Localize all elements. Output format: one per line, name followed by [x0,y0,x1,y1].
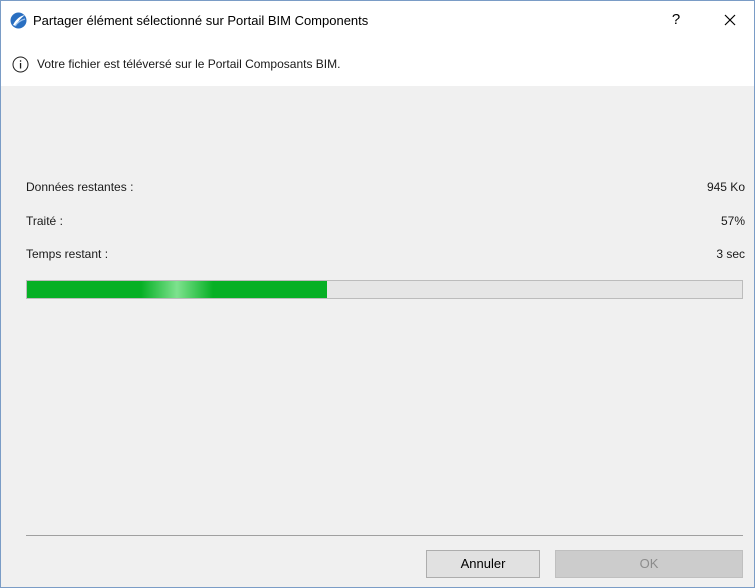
cancel-button[interactable]: Annuler [426,550,540,578]
info-banner: Votre fichier est téléversé sur le Porta… [1,40,754,86]
help-button[interactable]: ? [661,5,691,35]
window-title: Partager élément sélectionné sur Portail… [33,13,369,28]
remaining-data-label: Données restantes : [26,180,134,194]
archicad-logo-icon [10,12,27,29]
processed-label: Traité : [26,214,63,228]
time-remaining-value: 3 sec [716,247,745,261]
footer-divider [26,535,743,536]
close-icon [724,14,736,26]
upload-progress-bar [26,280,743,299]
title-bar[interactable]: Partager élément sélectionné sur Portail… [1,1,754,40]
close-button[interactable] [713,5,747,35]
remaining-data-value: 945 Ko [706,180,745,194]
share-dialog: Partager élément sélectionné sur Portail… [0,0,755,588]
info-icon [12,56,29,73]
processed-value: 57% [720,214,745,228]
upload-progress-fill [27,281,328,298]
info-message: Votre fichier est téléversé sur le Porta… [37,57,341,71]
ok-button[interactable]: OK [555,550,743,578]
time-remaining-label: Temps restant : [26,247,109,261]
